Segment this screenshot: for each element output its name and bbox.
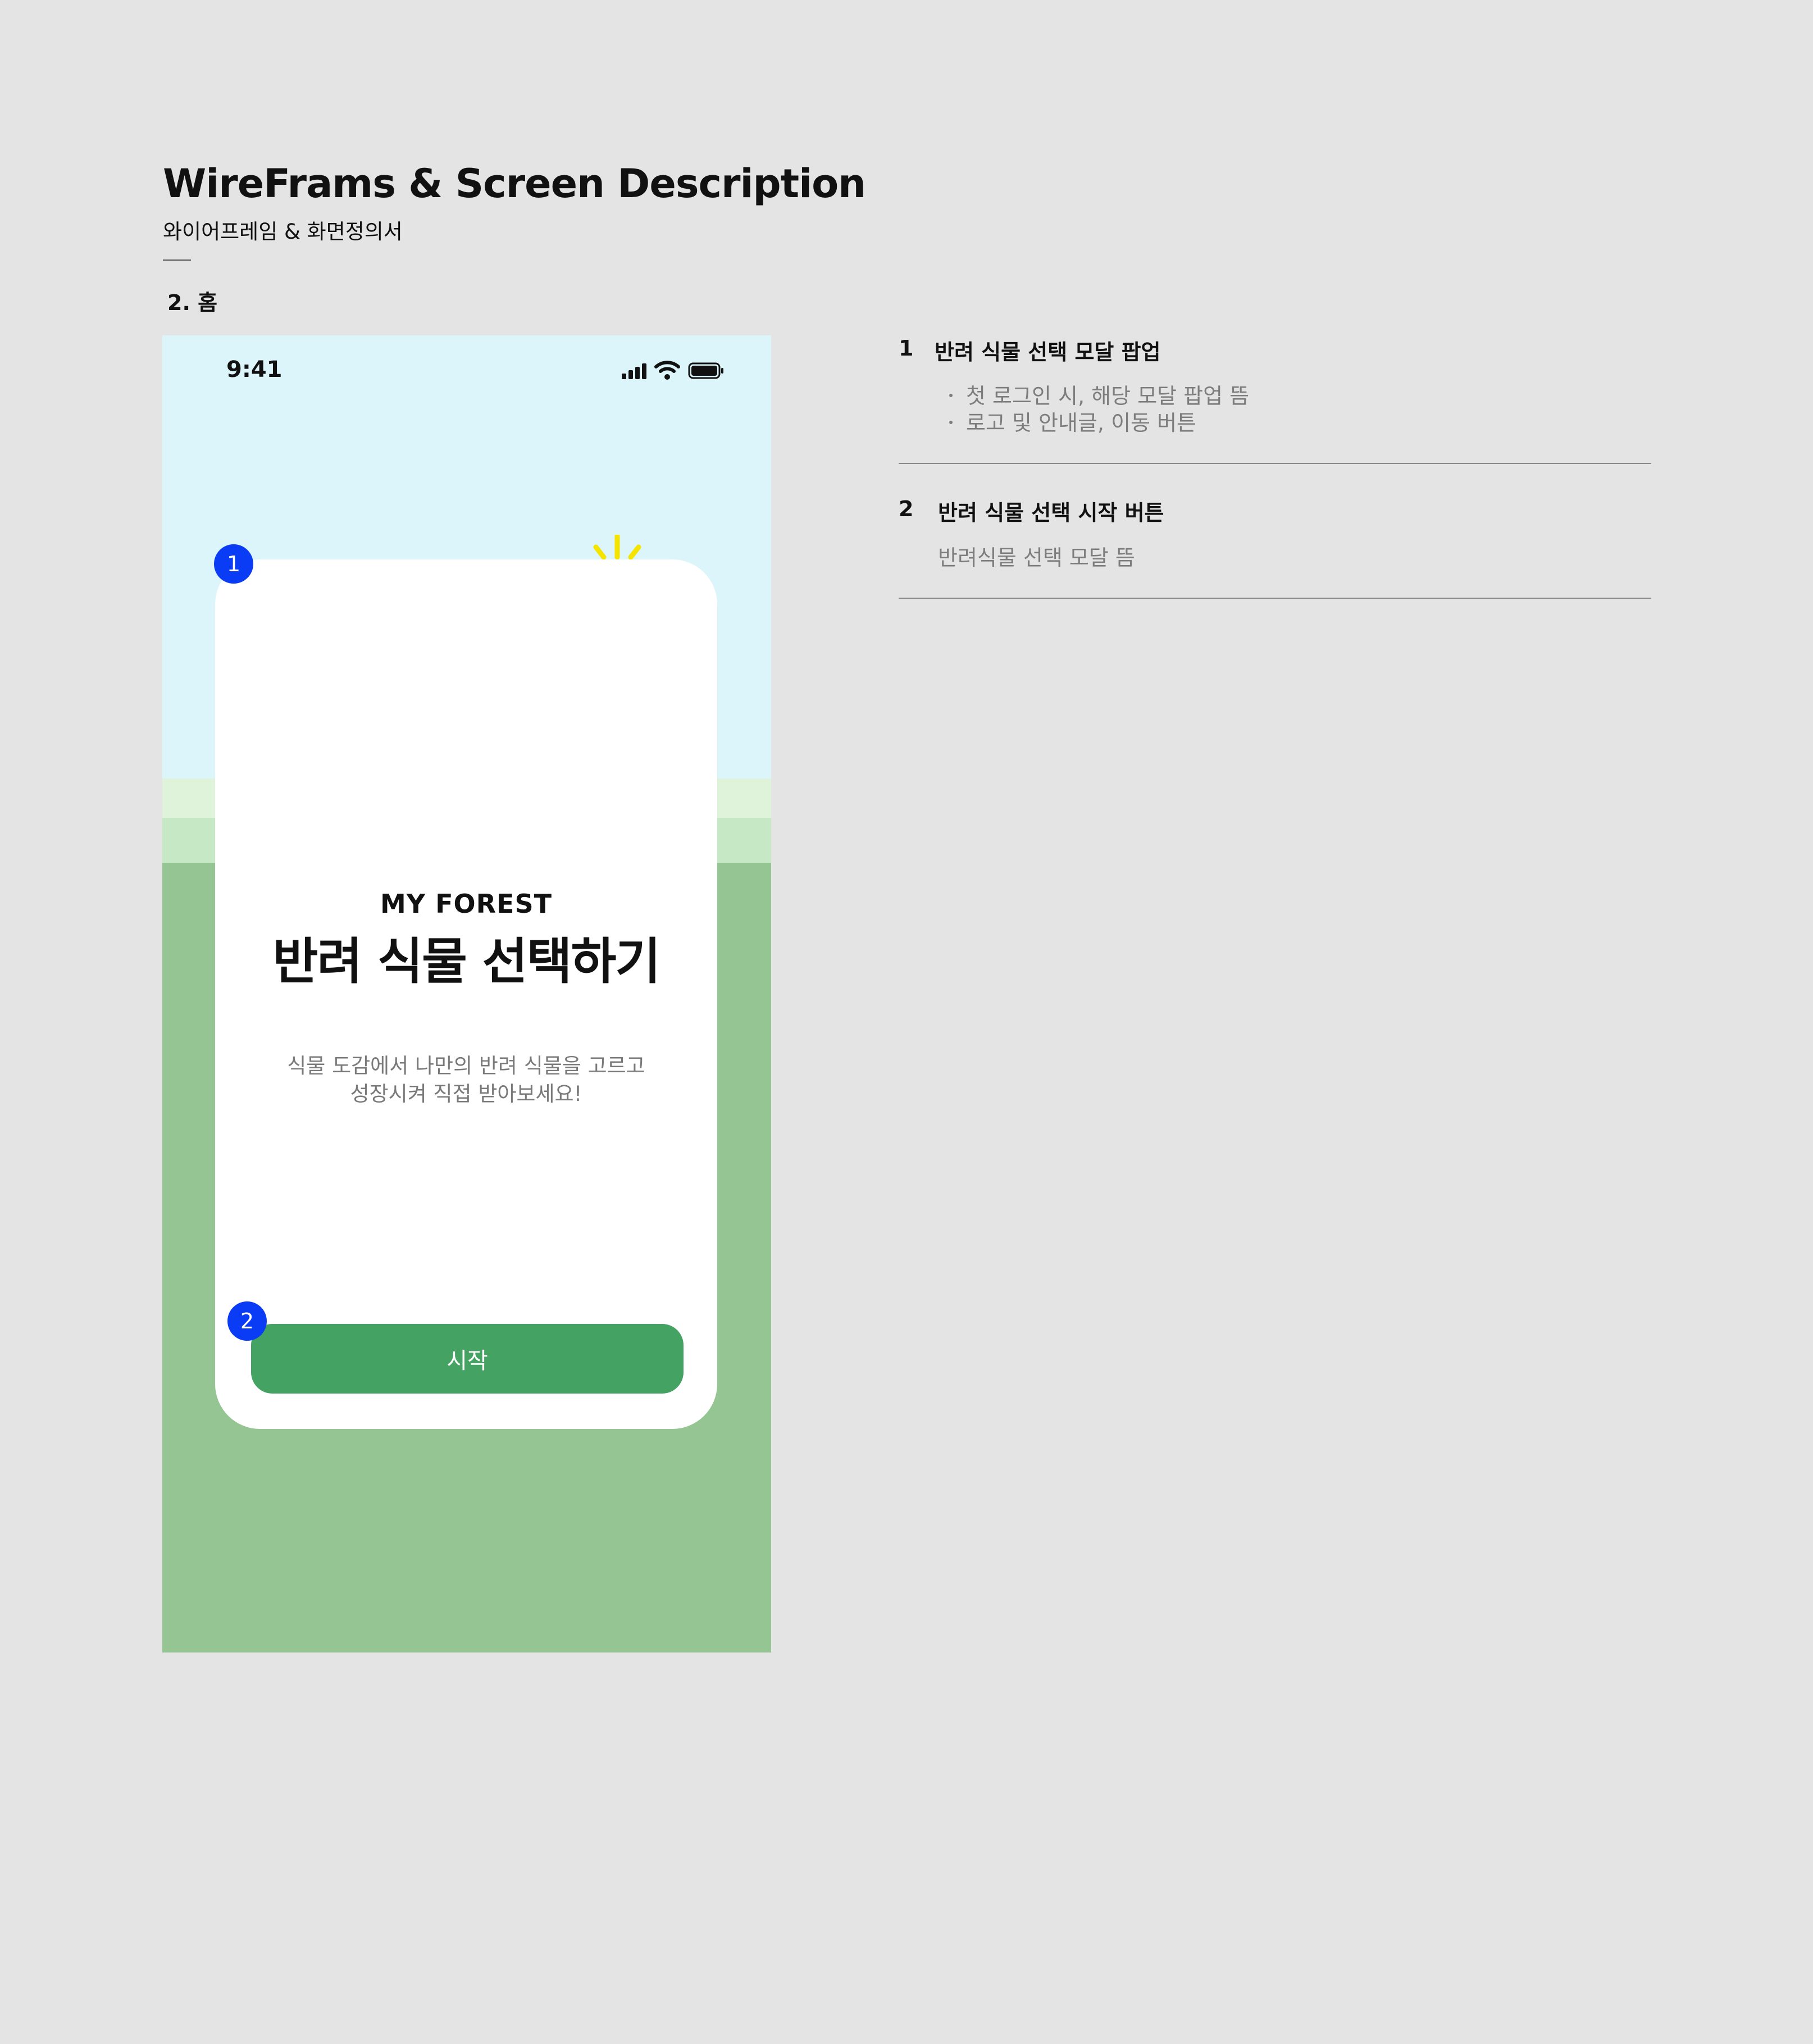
bullet-icon xyxy=(949,420,953,424)
status-time: 9:41 xyxy=(226,357,283,383)
modal-description-line: 식물 도감에서 나만의 반려 식물을 고르고 xyxy=(287,1054,645,1078)
annotation-badge-2: 2 xyxy=(227,1301,267,1341)
description-heading: 반려 식물 선택 시작 버튼 xyxy=(938,500,1164,525)
title-divider xyxy=(163,260,191,261)
start-button[interactable]: 시작 xyxy=(251,1324,684,1394)
bullet-icon xyxy=(949,393,953,397)
description-item: 로고 및 안내글, 이동 버튼 xyxy=(949,406,1196,436)
modal-description-line: 성장시켜 직접 받아보세요! xyxy=(350,1082,582,1106)
my-forest-logo: MY FOREST xyxy=(380,889,552,919)
description-heading: 반려 식물 선택 모달 팝업 xyxy=(935,340,1161,365)
section-label: 2. 홈 xyxy=(167,290,218,315)
description-divider xyxy=(899,463,1651,464)
description-number: 1 xyxy=(899,336,914,361)
phone-screen: 9:41 MY FOREST 반려 식물 선택하기 식물 도감에서 나만의 반려… xyxy=(162,335,771,1653)
wifi-icon xyxy=(654,361,680,380)
plant-select-modal: MY FOREST 반려 식물 선택하기 식물 도감에서 나만의 반려 식물을 … xyxy=(215,559,717,1429)
annotation-badge-1: 1 xyxy=(214,544,253,584)
description-divider xyxy=(899,598,1651,599)
signal-icon xyxy=(622,363,646,379)
document-subtitle: 와이어프레임 & 화면정의서 xyxy=(163,220,403,244)
description-number: 2 xyxy=(899,497,914,521)
description-item-text: 첫 로그인 시, 해당 모달 팝업 뜸 xyxy=(966,384,1250,408)
description-item: 첫 로그인 시, 해당 모달 팝업 뜸 xyxy=(949,379,1249,409)
description-item-text: 로고 및 안내글, 이동 버튼 xyxy=(966,411,1196,435)
modal-description: 식물 도감에서 나만의 반려 식물을 고르고 성장시켜 직접 받아보세요! xyxy=(215,1052,717,1108)
battery-icon xyxy=(688,362,723,379)
modal-title: 반려 식물 선택하기 xyxy=(272,932,661,990)
document-title: WireFrams & Screen Description xyxy=(163,161,866,207)
description-item-text: 반려식물 선택 모달 뜸 xyxy=(938,545,1135,570)
